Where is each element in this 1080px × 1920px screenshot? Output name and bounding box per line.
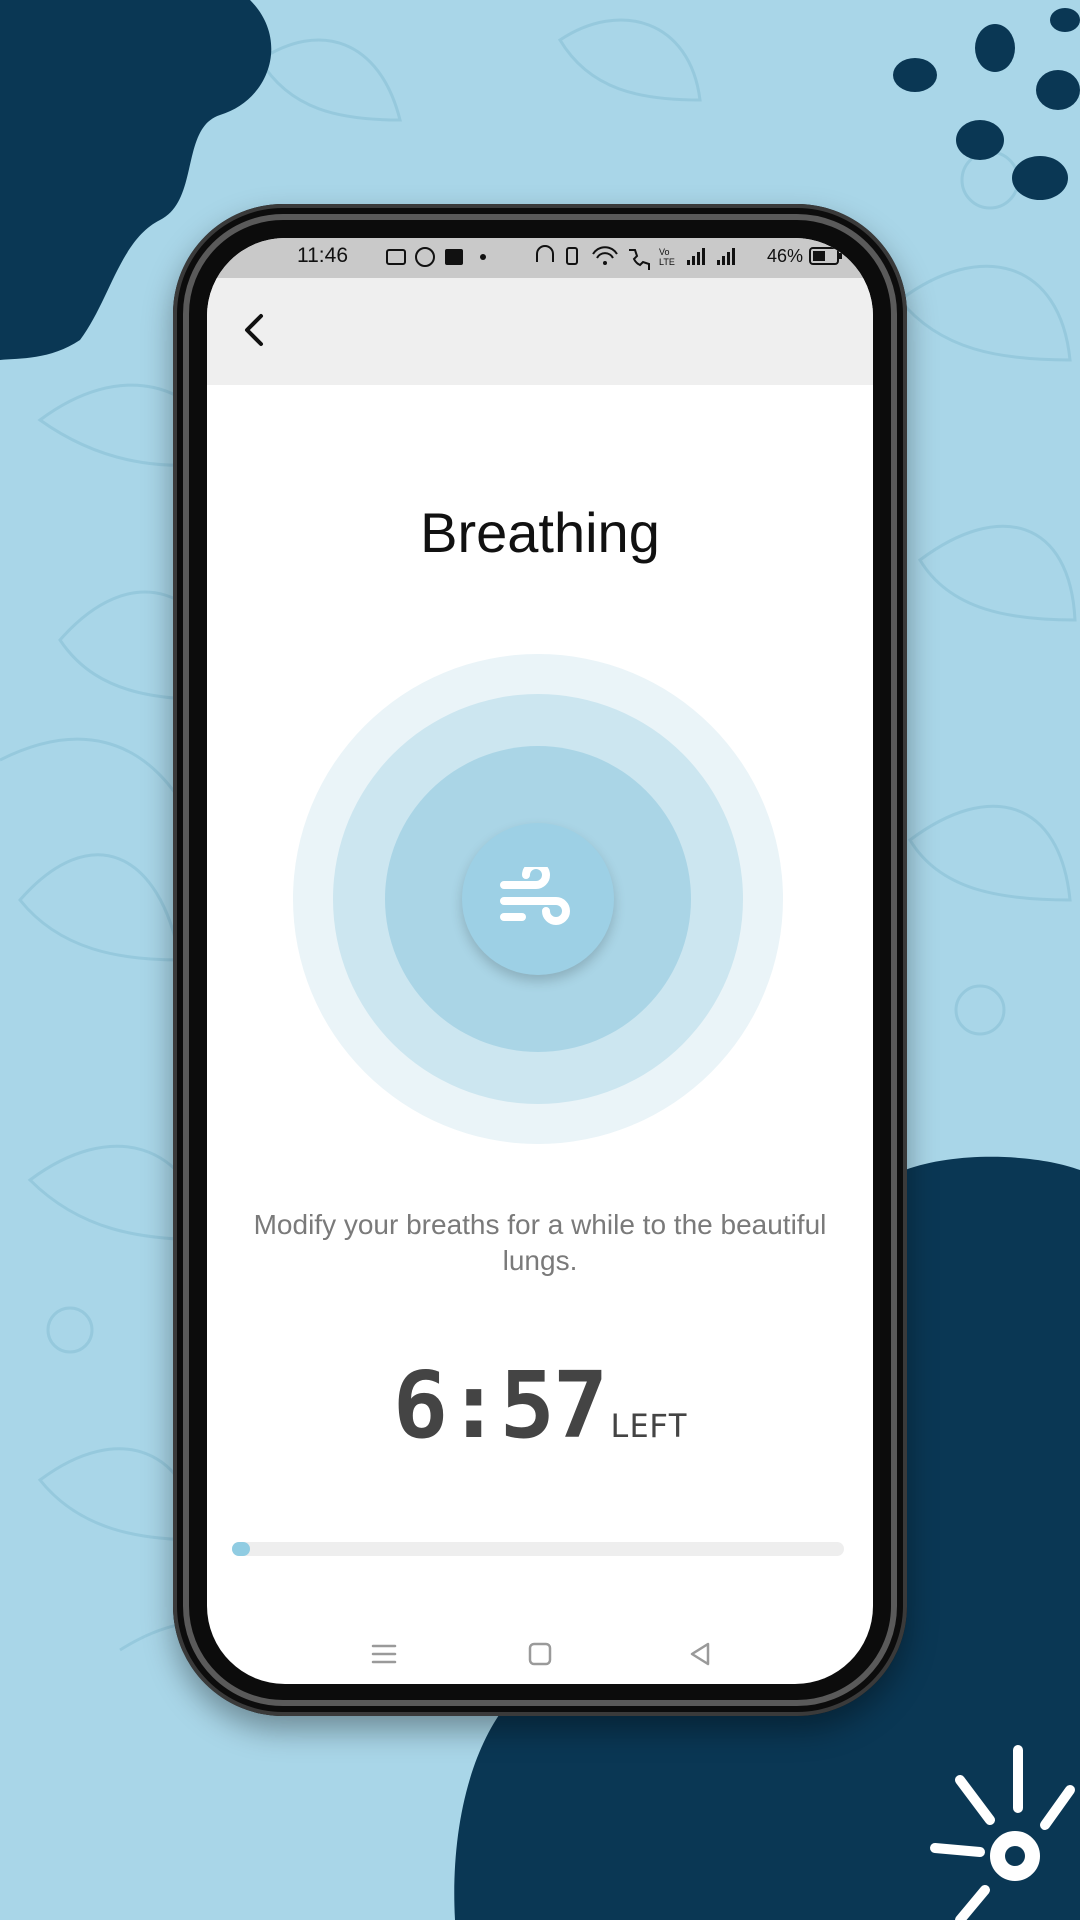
app-bar [207,278,873,385]
svg-text:LTE: LTE [659,257,675,267]
signal-icons: Vo LTE [535,245,735,270]
timer: 6:57 LEFT [207,1352,873,1459]
phone-screen: 11:46 Vo LTE 46% Breathing Modify your b… [207,238,873,1684]
system-nav-bar [207,1624,873,1684]
status-time: 11:46 [297,244,348,267]
home-square-icon[interactable] [524,1638,556,1670]
page-title: Breathing [420,501,660,564]
wind-icon [500,867,570,925]
timer-unit: LEFT [610,1407,688,1445]
timer-value: 6:57 [392,1352,609,1459]
svg-text:Vo: Vo [659,247,670,257]
breathing-core-button[interactable] [462,823,614,975]
progress-bar [232,1542,844,1556]
back-triangle-icon[interactable] [684,1638,716,1670]
chevron-left-icon[interactable] [231,306,279,354]
description-text: Modify your breaths for a while to the b… [253,1209,827,1276]
status-bar: 11:46 Vo LTE 46% [207,238,873,278]
battery-icon [809,247,842,265]
status-right-group: Vo LTE 46% [531,242,843,270]
notification-icons [386,247,486,267]
menu-icon[interactable] [368,1638,400,1670]
battery-percentage: 46% [766,245,803,266]
breathing-animation [293,654,783,1144]
phone-frame: 11:46 Vo LTE 46% Breathing Modify your b… [173,204,907,1716]
progress-fill [232,1542,251,1556]
